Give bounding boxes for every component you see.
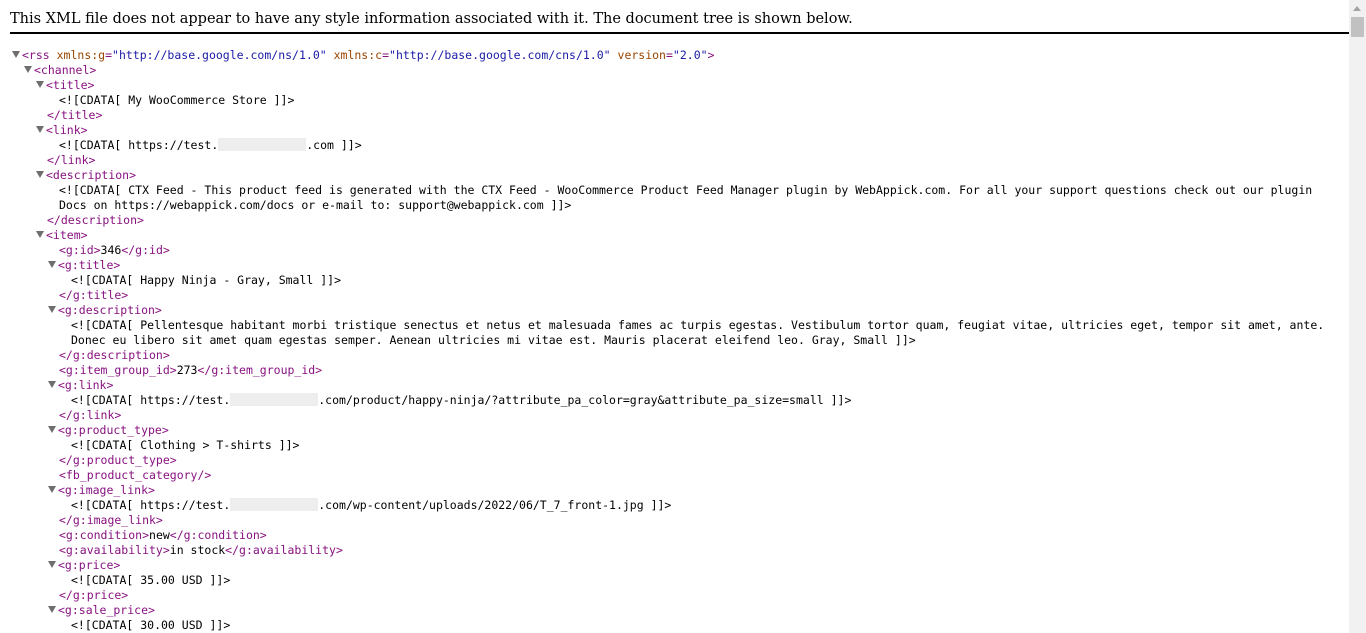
tree-line-image-open: <g:image_link> — [0, 483, 1349, 498]
tree-line-description-open: <description> — [0, 168, 1349, 183]
tree-line-channel-open: <channel> — [0, 63, 1349, 78]
tree-line-condition: <g:condition>new</g:condition> — [59, 528, 267, 542]
tree-line-gtitle-close: </g:title> — [59, 288, 129, 302]
xml-style-notice: This XML file does not appear to have an… — [10, 10, 1349, 34]
tree-line-gdesc-close: </g:description> — [59, 348, 170, 362]
tree-line-item-open: <item> — [0, 228, 1349, 243]
tree-line-link-open: <link> — [0, 123, 1349, 138]
tree-line-gdesc-open: <g:description> — [0, 303, 1349, 318]
tree-line-glink-open: <g:link> — [0, 378, 1349, 393]
tree-line-gdesc-text-2: Donec eu libero sit amet quam egestas se… — [71, 333, 916, 347]
collapse-arrow-icon[interactable] — [48, 306, 56, 313]
tree-line-ptype-text: <![CDATA[ Clothing > T-shirts ]]> — [71, 438, 300, 452]
tree-line-availability: <g:availability>in stock</g:availability… — [59, 543, 343, 557]
collapse-arrow-icon[interactable] — [36, 231, 44, 238]
redacted-domain — [230, 393, 319, 406]
collapse-arrow-icon[interactable] — [36, 81, 44, 88]
tree-line-sale-text: <![CDATA[ 30.00 USD ]]> — [71, 618, 231, 632]
tree-line-link-text: <![CDATA[ https://test. .com ]]> — [59, 138, 362, 152]
collapse-arrow-icon[interactable] — [36, 126, 44, 133]
collapse-arrow-icon[interactable] — [12, 51, 20, 58]
tree-line-gtitle-text: <![CDATA[ Happy Ninja - Gray, Small ]]> — [71, 273, 342, 287]
tree-line-image-close: </g:image_link> — [59, 513, 163, 527]
tree-line-sale-open: <g:sale_price> — [0, 603, 1349, 618]
tree-line-image-text: <![CDATA[ https://test. .com/wp-content/u… — [71, 498, 672, 512]
collapse-arrow-icon[interactable] — [48, 381, 56, 388]
redacted-domain — [218, 138, 307, 151]
tree-line-rss-open: <rss xmlns:g="http://base.google.com/ns/… — [0, 48, 1349, 63]
collapse-arrow-icon[interactable] — [48, 486, 56, 493]
tree-line-glink-close: </g:link> — [59, 408, 122, 422]
tree-line-description-text-2: Docs on https://webappick.com/docs or e-… — [59, 198, 572, 212]
tree-line-link-close: </link> — [47, 153, 96, 167]
collapse-arrow-icon[interactable] — [48, 261, 56, 268]
tree-line-title-close: </title> — [47, 108, 103, 122]
tree-line-gdesc-text: <![CDATA[ Pellentesque habitant morbi tr… — [71, 318, 1325, 332]
tree-line-price-close: </g:price> — [59, 588, 129, 602]
vertical-scrollbar[interactable] — [1349, 0, 1366, 633]
tree-line-price-open: <g:price> — [0, 558, 1349, 573]
tree-line-fb-category: <fb_product_category/> — [59, 468, 212, 482]
scrollbar-thumb[interactable] — [1351, 17, 1364, 37]
tree-line-gid: <g:id>346</g:id> — [59, 243, 170, 257]
collapse-arrow-icon[interactable] — [24, 66, 32, 73]
tree-line-title-open: <title> — [0, 78, 1349, 93]
collapse-arrow-icon[interactable] — [48, 606, 56, 613]
tree-line-glink-text: <![CDATA[ https://test. .com/product/happ… — [71, 393, 852, 407]
collapse-arrow-icon[interactable] — [36, 171, 44, 178]
tree-line-item-group-id: <g:item_group_id>273</g:item_group_id> — [59, 363, 323, 377]
tree-line-ptype-close: </g:product_type> — [59, 453, 177, 467]
collapse-arrow-icon[interactable] — [48, 561, 56, 568]
scroll-up-arrow-icon[interactable] — [1349, 0, 1366, 17]
tree-line-gtitle-open: <g:title> — [0, 258, 1349, 273]
tree-line-description-close: </description> — [47, 213, 144, 227]
xml-document-tree: <rss xmlns:g="http://base.google.com/ns/… — [0, 48, 1349, 633]
tree-line-price-text: <![CDATA[ 35.00 USD ]]> — [71, 573, 231, 587]
redacted-domain — [230, 498, 319, 511]
collapse-arrow-icon[interactable] — [48, 426, 56, 433]
tree-line-description-text: <![CDATA[ CTX Feed - This product feed i… — [59, 183, 1313, 197]
tree-line-title-text: <![CDATA[ My WooCommerce Store ]]> — [59, 93, 295, 107]
tree-line-ptype-open: <g:product_type> — [0, 423, 1349, 438]
